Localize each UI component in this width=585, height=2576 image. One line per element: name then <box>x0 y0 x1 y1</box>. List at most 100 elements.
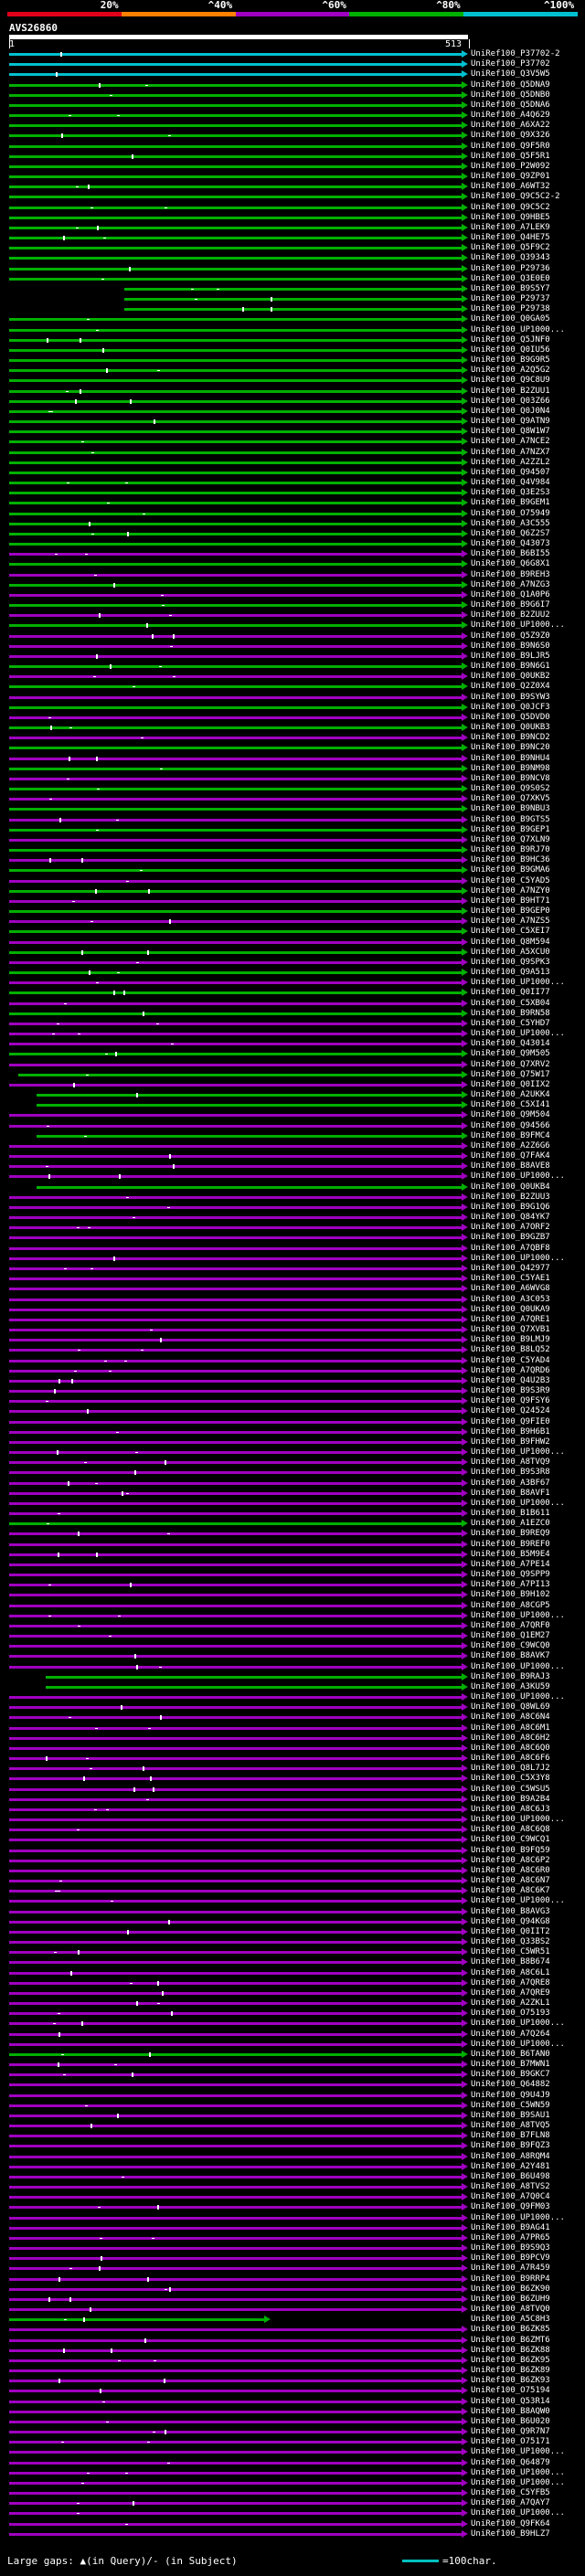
hit-id-link[interactable]: UniRef100_Q43073 <box>471 539 550 549</box>
hit-id-link[interactable]: UniRef100_UP1000... <box>471 325 565 335</box>
hit-id-link[interactable]: UniRef100_A6WT32 <box>471 182 550 192</box>
hit-row[interactable]: UniRef100_Q94566 <box>0 1121 585 1131</box>
hit-id-link[interactable]: UniRef100_Q5DVD0 <box>471 713 550 723</box>
hit-id-link[interactable]: UniRef100_P29737 <box>471 294 550 304</box>
hit-row[interactable]: UniRef100_Q0II77 <box>0 988 585 998</box>
hit-id-link[interactable]: UniRef100_B9S3R8 <box>471 1468 550 1478</box>
hit-id-link[interactable]: UniRef100_A7R459 <box>471 2263 550 2274</box>
hit-row[interactable]: UniRef100_B6ZK88 <box>0 2346 585 2356</box>
hit-id-link[interactable]: UniRef100_Q9ATN9 <box>471 417 550 427</box>
hit-row[interactable]: UniRef100_P29737 <box>0 294 585 304</box>
hit-row[interactable]: UniRef100_Q9HBE5 <box>0 213 585 223</box>
hit-id-link[interactable]: UniRef100_B7FLN8 <box>471 2131 550 2141</box>
hit-id-link[interactable]: UniRef100_A3KU59 <box>471 1682 550 1692</box>
hit-row[interactable]: UniRef100_B9NBU3 <box>0 804 585 814</box>
hit-row[interactable]: UniRef100_Q94KG8 <box>0 1917 585 1927</box>
hit-id-link[interactable]: UniRef100_A7Q0C4 <box>471 2192 550 2202</box>
hit-id-link[interactable]: UniRef100_UP1000... <box>471 1254 565 1264</box>
hit-id-link[interactable]: UniRef100_A7QRD6 <box>471 1366 550 1376</box>
hit-id-link[interactable]: UniRef100_Q5DNA9 <box>471 80 550 90</box>
hit-id-link[interactable]: UniRef100_Q9U4J9 <box>471 2091 550 2101</box>
hit-row[interactable]: UniRef100_P37702-2 <box>0 49 585 59</box>
hit-id-link[interactable]: UniRef100_A8RQM4 <box>471 2152 550 2162</box>
hit-id-link[interactable]: UniRef100_Q0UKB4 <box>471 1182 550 1193</box>
hit-row[interactable]: UniRef100_Q5JNF0 <box>0 335 585 345</box>
hit-row[interactable]: UniRef100_B9GEP1 <box>0 825 585 835</box>
hit-row[interactable]: UniRef100_A2Y481 <box>0 2162 585 2172</box>
hit-id-link[interactable]: UniRef100_C5YAD5 <box>471 876 550 886</box>
hit-row[interactable]: UniRef100_C5XB04 <box>0 999 585 1009</box>
hit-row[interactable]: UniRef100_UP1000... <box>0 1254 585 1264</box>
hit-id-link[interactable]: UniRef100_Q2Z0X4 <box>471 682 550 692</box>
hit-row[interactable]: UniRef100_B9REH3 <box>0 570 585 580</box>
hit-id-link[interactable]: UniRef100_A2UKK4 <box>471 1090 550 1100</box>
hit-row[interactable]: UniRef100_Q9X326 <box>0 131 585 141</box>
hit-id-link[interactable]: UniRef100_Q9FIE0 <box>471 1417 550 1427</box>
hit-id-link[interactable]: UniRef100_Q5JNF0 <box>471 335 550 345</box>
hit-row[interactable]: UniRef100_Q5DNA9 <box>0 80 585 90</box>
hit-id-link[interactable]: UniRef100_Q5F9C2 <box>471 243 550 253</box>
hit-row[interactable]: UniRef100_Q1EM27 <box>0 1631 585 1641</box>
hit-row[interactable]: UniRef100_Q64879 <box>0 2458 585 2468</box>
hit-id-link[interactable]: UniRef100_UP1000... <box>471 1171 565 1182</box>
hit-row[interactable]: UniRef100_B9S9Q3 <box>0 2243 585 2253</box>
hit-row[interactable]: UniRef100_Q24524 <box>0 1406 585 1416</box>
hit-id-link[interactable]: UniRef100_B7MWN1 <box>471 2060 550 2070</box>
hit-id-link[interactable]: UniRef100_A8C6J3 <box>471 1805 550 1815</box>
hit-id-link[interactable]: UniRef100_B9LMJ9 <box>471 1335 550 1345</box>
hit-row[interactable]: UniRef100_Q5Z9Z0 <box>0 631 585 641</box>
hit-row[interactable]: UniRef100_UP1000... <box>0 2478 585 2488</box>
hit-row[interactable]: UniRef100_B6ZK95 <box>0 2356 585 2366</box>
hit-id-link[interactable]: UniRef100_Q8W1W7 <box>471 427 550 437</box>
hit-id-link[interactable]: UniRef100_B9SAU1 <box>471 2111 550 2121</box>
hit-row[interactable]: UniRef100_Q4U2B3 <box>0 1376 585 1386</box>
hit-id-link[interactable]: UniRef100_A7Q264 <box>471 2030 550 2040</box>
hit-id-link[interactable]: UniRef100_Q9FK64 <box>471 2519 550 2529</box>
hit-id-link[interactable]: UniRef100_B6TAN0 <box>471 2050 550 2060</box>
hit-id-link[interactable]: UniRef100_B9GZB7 <box>471 1233 550 1243</box>
hit-id-link[interactable]: UniRef100_B9GTS5 <box>471 815 550 825</box>
hit-row[interactable]: UniRef100_Q7XVB1 <box>0 1325 585 1335</box>
hit-id-link[interactable]: UniRef100_UP1000... <box>471 2468 565 2478</box>
hit-row[interactable]: UniRef100_A7QAY7 <box>0 2498 585 2508</box>
hit-row[interactable]: UniRef100_A2Q5G2 <box>0 366 585 376</box>
hit-id-link[interactable]: UniRef100_C5YAE1 <box>471 1274 550 1284</box>
hit-row[interactable]: UniRef100_O75194 <box>0 2386 585 2396</box>
hit-id-link[interactable]: UniRef100_B9HT71 <box>471 896 550 906</box>
hit-id-link[interactable]: UniRef100_A7PR65 <box>471 2233 550 2243</box>
hit-id-link[interactable]: UniRef100_A1EZC0 <box>471 1519 550 1529</box>
hit-id-link[interactable]: UniRef100_B8LQ52 <box>471 1345 550 1355</box>
hit-id-link[interactable]: UniRef100_B9LJR5 <box>471 652 550 662</box>
hit-row[interactable]: UniRef100_UP1000... <box>0 2040 585 2050</box>
hit-row[interactable]: UniRef100_A7ORF2 <box>0 1223 585 1233</box>
hit-id-link[interactable]: UniRef100_B9SYW3 <box>471 693 550 703</box>
hit-row[interactable]: UniRef100_C5WN59 <box>0 2101 585 2111</box>
hit-id-link[interactable]: UniRef100_A2ZKL1 <box>471 1998 550 2009</box>
hit-id-link[interactable]: UniRef100_Q9M504 <box>471 1110 550 1120</box>
hit-id-link[interactable]: UniRef100_Q7XRV2 <box>471 1060 550 1070</box>
hit-row[interactable]: UniRef100_B8AQW0 <box>0 2407 585 2417</box>
hit-row[interactable]: UniRef100_B9SAU1 <box>0 2111 585 2121</box>
hit-row[interactable]: UniRef100_B2ZUU2 <box>0 610 585 620</box>
hit-row[interactable]: UniRef100_A7PI13 <box>0 1580 585 1590</box>
hit-id-link[interactable]: UniRef100_A7NZS5 <box>471 917 550 927</box>
hit-row[interactable]: UniRef100_A6XA22 <box>0 121 585 131</box>
hit-id-link[interactable]: UniRef100_A7NCE2 <box>471 437 550 447</box>
hit-row[interactable]: UniRef100_C9WCQ0 <box>0 1641 585 1651</box>
hit-id-link[interactable]: UniRef100_B9G9R5 <box>471 355 550 366</box>
hit-row[interactable]: UniRef100_Q3V5W5 <box>0 69 585 80</box>
hit-id-link[interactable]: UniRef100_B8AVK7 <box>471 1651 550 1661</box>
hit-id-link[interactable]: UniRef100_Q4HE75 <box>471 233 550 243</box>
hit-row[interactable]: UniRef100_B9RRP4 <box>0 2274 585 2284</box>
hit-row[interactable]: UniRef100_Q9C8U9 <box>0 376 585 386</box>
hit-row[interactable]: UniRef100_O75193 <box>0 2009 585 2019</box>
hit-row[interactable]: UniRef100_Q43014 <box>0 1039 585 1049</box>
hit-row[interactable]: UniRef100_C5YAD4 <box>0 1356 585 1366</box>
hit-row[interactable]: UniRef100_B6TAN0 <box>0 2050 585 2060</box>
hit-id-link[interactable]: UniRef100_Q0IIX2 <box>471 1080 550 1090</box>
hit-row[interactable]: UniRef100_C5YAD5 <box>0 876 585 886</box>
hit-id-link[interactable]: UniRef100_A7QBF8 <box>471 1244 550 1254</box>
hit-id-link[interactable]: UniRef100_C9WCQ0 <box>471 1641 550 1651</box>
hit-row[interactable]: UniRef100_A8TVS2 <box>0 2182 585 2192</box>
hit-row[interactable]: UniRef100_A8C6Q8 <box>0 1825 585 1835</box>
